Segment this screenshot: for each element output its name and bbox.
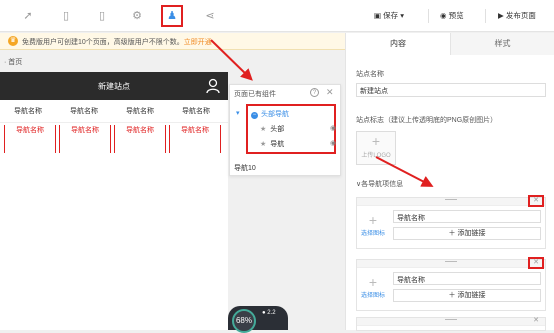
divider <box>485 9 486 23</box>
drag-bar[interactable] <box>357 260 545 268</box>
nav-item-selected[interactable]: 导航名称 <box>4 125 56 153</box>
page-body <box>0 156 228 330</box>
copy-icon[interactable]: ▯ <box>58 8 74 24</box>
notice-bar: ♛ 免费版用户可创建10个页面，高级版用户不限个数。立即开通 <box>0 33 345 50</box>
site-title: 新建站点 <box>98 82 130 91</box>
nav-section-label[interactable]: ∨各导航项信息 <box>356 179 403 189</box>
speed-percent-unit: % <box>244 316 253 325</box>
close-icon[interactable]: ✕ <box>528 315 544 327</box>
tab-style[interactable]: 样式 <box>450 33 554 55</box>
add-link-button[interactable]: ＋ 添加链接 <box>393 289 541 302</box>
eye-icon[interactable]: ◉ <box>330 139 336 147</box>
tree-root[interactable]: − 头部导航 <box>251 109 289 119</box>
nav-item[interactable]: 导航名称 <box>0 106 56 116</box>
nav-name-input[interactable]: 导航名称 <box>393 272 541 285</box>
tree-item[interactable]: ★ 头部 ◉ <box>260 124 336 134</box>
close-icon[interactable]: ✕ <box>528 195 544 207</box>
nav-bar: 导航名称 导航名称 导航名称 导航名称 <box>0 102 228 122</box>
chevron-down-icon: ▾ <box>398 11 405 20</box>
close-icon[interactable]: ✕ <box>326 87 334 98</box>
close-icon[interactable]: ✕ <box>528 257 544 269</box>
publish-label: 发布页面 <box>505 11 536 20</box>
site-header[interactable]: 新建站点 <box>0 72 228 100</box>
gear-icon[interactable]: ⚙ <box>129 8 145 24</box>
eye-icon[interactable]: ◉ <box>330 124 336 132</box>
pick-icon-label: 选择图标 <box>360 293 385 299</box>
speed-percent: 68% <box>232 309 256 333</box>
speed-rate: ● 2.2 <box>262 310 276 316</box>
site-name-input[interactable]: 新建站点 <box>356 83 546 97</box>
help-icon[interactable]: ? <box>310 88 319 97</box>
star-icon: ★ <box>260 126 267 133</box>
preview-label: 预览 <box>448 11 464 20</box>
upload-text: 上传LOGO <box>361 153 391 159</box>
nav-name-input[interactable]: 导航名称 <box>393 210 541 223</box>
plus-icon: + <box>371 133 381 149</box>
speed-percent-value: 68 <box>235 316 245 325</box>
logo-label: 站点标志（建议上传透明底的PNG原创图片） <box>356 117 498 124</box>
page-preview: 新建站点 导航名称 导航名称 导航名称 导航名称 导航名称 导航名称 导航名称 … <box>0 72 228 330</box>
share-icon[interactable]: ⋖ <box>202 8 218 24</box>
collapse-icon[interactable]: − <box>251 112 258 119</box>
nav-item-card: ✕ + 选择图标 导航名称 ＋ 添加链接 <box>356 195 546 249</box>
save-button[interactable]: ▣ 保存 ▾ <box>374 8 404 24</box>
nav-bar-selected: 导航名称 导航名称 导航名称 导航名称 <box>0 122 228 154</box>
nav-section-text: 各导航项信息 <box>361 181 404 188</box>
nav-item-selected[interactable]: 导航名称 <box>59 125 111 153</box>
settings-panel: 内容 样式 站点名称 新建站点 站点标志（建议上传透明底的PNG原创图片） + … <box>345 33 554 331</box>
notice-message: 免费版用户可创建10个页面，高级版用户不限个数。 <box>22 39 184 46</box>
drag-bar[interactable] <box>357 318 545 326</box>
paste-icon[interactable]: ▯ <box>94 8 110 24</box>
panel-title: 页面已有组件 <box>234 91 276 98</box>
pick-icon-button[interactable]: + 选择图标 <box>359 212 387 237</box>
nav-item[interactable]: 导航名称 <box>168 106 224 116</box>
nav-item-card: ✕ + 选择图标 导航名称 ＋ 添加链接 <box>356 257 546 311</box>
drag-bar[interactable] <box>357 198 545 206</box>
components-highlight <box>161 5 183 27</box>
site-name-label: 站点名称 <box>356 71 384 78</box>
nav-item-selected[interactable]: 导航名称 <box>169 125 221 153</box>
toolbar: ➚ ▯ ▯ ⚙ ♟ ⋖ ▣ 保存 ▾ ◉ 预览 ▶ 发布页面 <box>0 0 554 32</box>
plus-icon: + <box>368 274 378 290</box>
eye-icon: ◉ <box>440 11 449 20</box>
tree-root-label: 头部导航 <box>261 111 289 118</box>
add-link-button[interactable]: ＋ 添加链接 <box>393 227 541 240</box>
pick-icon-button[interactable]: + 选择图标 <box>359 274 387 299</box>
drag-handle-icon[interactable] <box>445 261 457 262</box>
notice-link[interactable]: 立即开通 <box>184 39 212 46</box>
component-item[interactable]: 导航10 <box>234 163 256 173</box>
tree-item-label: 头部 <box>270 126 285 133</box>
divider <box>428 9 429 23</box>
save-icon: ▣ <box>374 11 384 20</box>
preview-button[interactable]: ◉ 预览 <box>440 8 464 24</box>
tab-content[interactable]: 内容 <box>346 33 450 55</box>
drag-handle-icon[interactable] <box>445 199 457 200</box>
nav-item-selected[interactable]: 导航名称 <box>114 125 166 153</box>
share-arrow-icon[interactable]: ➚ <box>20 8 36 24</box>
user-icon[interactable] <box>206 78 220 94</box>
tree-item-label: 导航 <box>270 141 285 148</box>
speed-rate-value: 2.2 <box>267 310 276 316</box>
nav-item-card: ✕ <box>356 317 546 331</box>
logo-upload[interactable]: + 上传LOGO <box>356 131 396 165</box>
star-icon: ★ <box>260 141 267 148</box>
save-label: 保存 <box>383 11 399 20</box>
plus-icon: + <box>368 212 378 228</box>
breadcrumb[interactable]: · 首页 <box>4 57 22 67</box>
drag-handle-icon[interactable] <box>445 319 457 320</box>
breadcrumb-label: 首页 <box>8 59 23 66</box>
component-tree: ▾ − 头部导航 ★ 头部 ◉ ★ 导航 ◉ <box>236 104 336 154</box>
play-icon: ▶ <box>498 11 506 20</box>
caret-down-icon[interactable]: ▾ <box>236 109 240 117</box>
tabs: 内容 样式 <box>346 33 554 55</box>
crown-icon: ♛ <box>8 36 18 46</box>
nav-item[interactable]: 导航名称 <box>112 106 168 116</box>
components-panel: 页面已有组件 ? ✕ ▾ − 头部导航 ★ 头部 ◉ ★ 导航 ◉ 导航10 <box>229 84 341 176</box>
pick-icon-label: 选择图标 <box>360 231 385 237</box>
publish-button[interactable]: ▶ 发布页面 <box>498 8 536 24</box>
nav-item[interactable]: 导航名称 <box>56 106 112 116</box>
notice-text: 免费版用户可创建10个页面，高级版用户不限个数。立即开通 <box>22 37 212 47</box>
tree-item[interactable]: ★ 导航 ◉ <box>260 139 336 149</box>
